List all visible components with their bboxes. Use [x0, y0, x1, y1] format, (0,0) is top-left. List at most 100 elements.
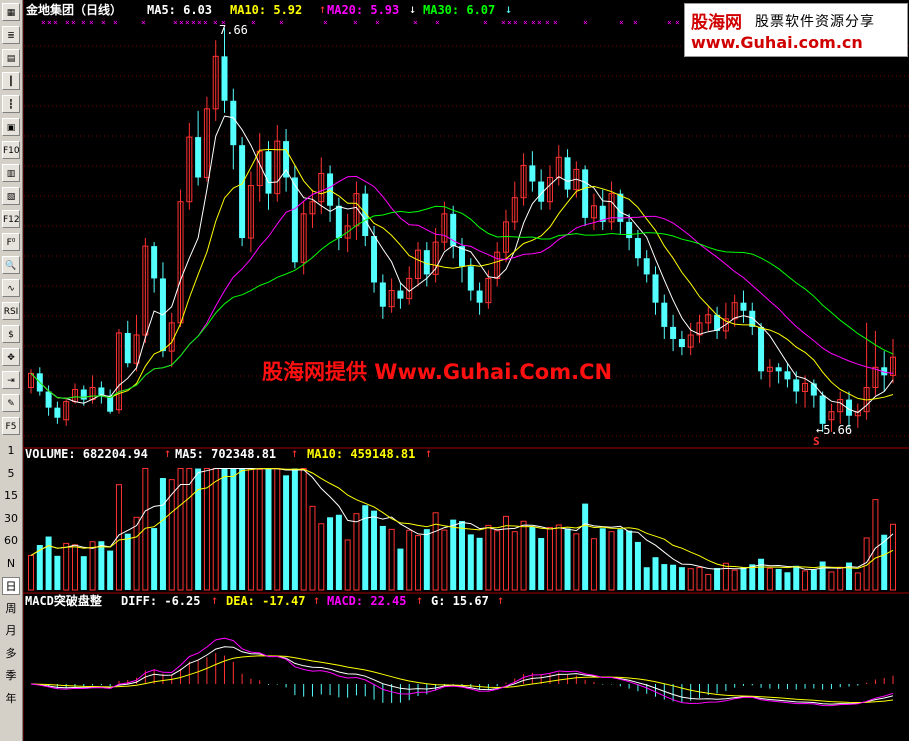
candle-body-down	[661, 302, 668, 327]
candle-body-down	[652, 274, 659, 303]
period-7[interactable]: 周	[2, 600, 20, 618]
candle-body-down	[758, 326, 765, 372]
ma30-label: MA30: 6.07	[423, 3, 495, 17]
notes-icon[interactable]: ▧	[2, 187, 20, 205]
news-icon[interactable]: ▥	[2, 164, 20, 182]
high-price-label: 7.66	[219, 23, 248, 37]
macd-dea-label: DEA: -17.47	[226, 594, 305, 608]
ma20-label: MA20: 5.93	[327, 3, 399, 17]
period-8[interactable]: 月	[2, 622, 20, 640]
macd-g-label: G: 15.67	[431, 594, 489, 608]
dea-up-arrow-icon: ↑	[313, 593, 320, 607]
macd-value-label: MACD: 22.45	[327, 594, 406, 608]
pencil-icon[interactable]: ✎	[2, 394, 20, 412]
volume-label: VOLUME: 682204.94	[25, 447, 148, 461]
period-6[interactable]: 日	[2, 577, 20, 595]
rsi-icon[interactable]: RSI	[2, 302, 20, 320]
candle-body-down	[54, 407, 61, 418]
x-marker: ×	[323, 18, 328, 27]
ma10-up-arrow-icon: ↑	[319, 2, 326, 16]
macd-dea-line	[30, 655, 894, 704]
period-1[interactable]: 5	[2, 465, 20, 483]
volume-bar-down	[467, 534, 474, 590]
volume-bar-down	[291, 468, 298, 590]
report-icon[interactable]: ▣	[2, 118, 20, 136]
x-marker: ×	[435, 18, 440, 27]
candle-body-down	[80, 389, 87, 400]
candle-body-down	[124, 332, 131, 364]
volume-bar-up	[28, 554, 34, 591]
x-marker: ×	[197, 18, 202, 27]
enter-icon[interactable]: ⇥	[2, 371, 20, 389]
volume-bar-up	[555, 524, 562, 591]
volume-bar-up	[309, 505, 316, 591]
volume-bar-down	[582, 503, 589, 590]
volume-bar-down	[476, 537, 483, 590]
macd-indicator-name: MACD突破盘整	[25, 593, 102, 608]
candlestick-icon[interactable]: ┃	[2, 72, 20, 90]
x-marker: ×	[173, 18, 178, 27]
volma10-up-arrow-icon: ↑	[425, 446, 432, 460]
volume-bar-down	[239, 468, 246, 590]
volume-bar-down	[599, 528, 606, 590]
volume-bar-up	[573, 533, 580, 591]
x-marker: ×	[71, 18, 76, 27]
zoom-icon[interactable]: 🔍	[2, 256, 20, 274]
x-marker: ×	[41, 18, 46, 27]
volume-bar-up	[300, 468, 307, 591]
x-marker: ×	[413, 18, 418, 27]
ma10-label: MA10: 5.92	[230, 3, 302, 17]
f10-icon[interactable]: F10	[2, 141, 20, 159]
volume-bar-down	[538, 537, 545, 590]
x-marker: ×	[179, 18, 184, 27]
period-4[interactable]: 60	[2, 532, 20, 550]
x-marker: ×	[633, 18, 638, 27]
logo-brand: 股海网	[691, 13, 742, 33]
period-10[interactable]: 季	[2, 667, 20, 685]
x-marker: ×	[353, 18, 358, 27]
volume-bar-down	[371, 510, 378, 590]
volume-bar-down	[397, 548, 404, 590]
candle-body-down	[239, 145, 246, 239]
period-11[interactable]: 年	[2, 690, 20, 708]
list-icon[interactable]: ≣	[2, 26, 20, 44]
chart-title: 金地集团（日线）	[25, 2, 122, 17]
candle-body-down	[529, 165, 536, 182]
volume-bar-down	[54, 555, 61, 590]
f10b-icon[interactable]: F⁰	[2, 233, 20, 251]
dollar-icon[interactable]: $	[2, 325, 20, 343]
volume-bar-up	[247, 468, 254, 591]
volume-bar-down	[221, 468, 228, 590]
candle2-icon[interactable]: ┇	[2, 95, 20, 113]
grid2-icon[interactable]: ▤	[2, 49, 20, 67]
volume-bar-up	[687, 568, 694, 591]
period-9[interactable]: 多	[2, 645, 20, 663]
volume-bar-down	[124, 533, 131, 590]
grid-icon[interactable]: ▦	[2, 3, 20, 21]
macd-g-line	[30, 637, 894, 707]
period-5[interactable]: N	[2, 555, 20, 573]
volume-bar-up	[854, 572, 861, 591]
volume-bar-up	[212, 468, 219, 591]
volume-bar-down	[784, 572, 791, 590]
volume-bar-up	[344, 539, 351, 591]
volume-bar-down	[529, 526, 536, 590]
volume-bar-up	[89, 541, 96, 591]
candle-body-down	[195, 137, 202, 178]
wave-icon[interactable]: ∿	[2, 279, 20, 297]
f12-icon[interactable]: F12	[2, 210, 20, 228]
ma20-down-arrow-icon: ↓	[409, 2, 416, 16]
x-marker: ×	[553, 18, 558, 27]
volume-bar-down	[423, 529, 430, 590]
x-marker: ×	[545, 18, 550, 27]
candle-body-down	[793, 379, 800, 392]
period-0[interactable]: 1	[2, 442, 20, 460]
period-3[interactable]: 30	[2, 510, 20, 528]
x-marker: ×	[513, 18, 518, 27]
move-icon[interactable]: ✥	[2, 348, 20, 366]
volume-bar-down	[459, 521, 465, 590]
f5-icon[interactable]: F5	[2, 417, 20, 435]
period-2[interactable]: 15	[2, 487, 20, 505]
x-marker: ×	[251, 18, 256, 27]
x-marker: ×	[191, 18, 196, 27]
